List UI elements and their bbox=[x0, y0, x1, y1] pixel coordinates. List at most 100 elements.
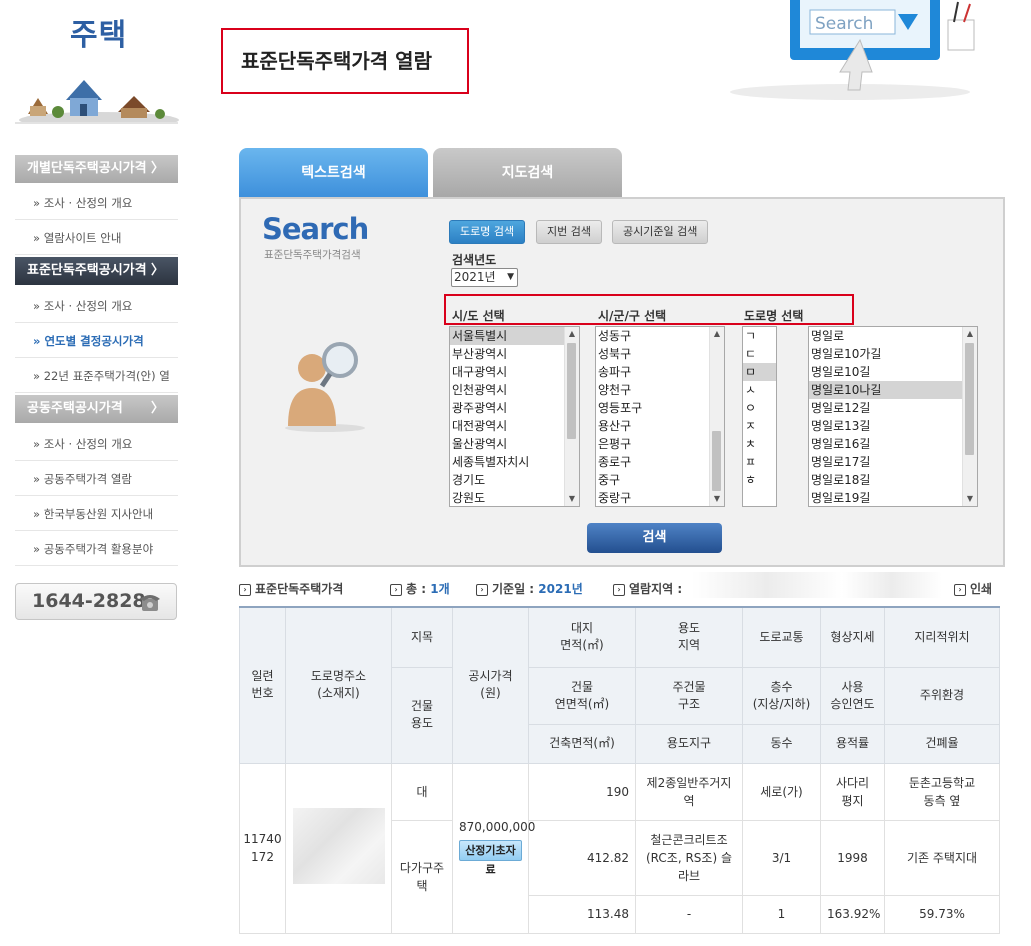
menu-item-yearly-price[interactable]: » 연도별 결정공시가격 bbox=[15, 324, 178, 358]
sido-scrollbar[interactable]: ▲ ▼ bbox=[564, 327, 579, 506]
sido-option[interactable]: 울산광역시 bbox=[450, 435, 579, 453]
initial-consonant-option[interactable]: ㄱ bbox=[743, 327, 776, 345]
sigungu-option[interactable]: 중구 bbox=[596, 471, 724, 489]
initial-consonant-option[interactable]: ㅁ bbox=[743, 363, 776, 381]
sido-option[interactable]: 부산광역시 bbox=[450, 345, 579, 363]
menu-item-view-site[interactable]: » 열람사이트 안내 bbox=[15, 221, 178, 255]
sigungu-option[interactable]: 종로구 bbox=[596, 453, 724, 471]
header-location: 지리적위치 bbox=[884, 606, 1000, 668]
sido-option[interactable]: 광주광역시 bbox=[450, 399, 579, 417]
chevron-right-icon: 〉 bbox=[150, 161, 164, 176]
tab-map-search[interactable]: 지도검색 bbox=[433, 148, 622, 198]
menu-item-survey-overview-2[interactable]: » 조사 · 산정의 개요 bbox=[15, 289, 178, 323]
initial-consonant-option[interactable]: ㅇ bbox=[743, 399, 776, 417]
initial-consonant-option[interactable]: ㅎ bbox=[743, 471, 776, 489]
menu-individual-price[interactable]: 개별단독주택공시가격 〉 bbox=[15, 155, 178, 183]
road-option[interactable]: 명일로16길 bbox=[809, 435, 977, 453]
box-arrow-icon: › bbox=[390, 584, 402, 596]
sido-option[interactable]: 세종특별자치시 bbox=[450, 453, 579, 471]
search-submit-button[interactable]: 검색 bbox=[587, 523, 722, 553]
road-scrollbar[interactable]: ▲ ▼ bbox=[962, 327, 977, 506]
cell-surround: 기존 주택지대 bbox=[884, 819, 1000, 896]
base-date-search-button[interactable]: 공시기준일 검색 bbox=[612, 220, 709, 244]
sidebar-divider bbox=[15, 122, 178, 124]
header-surround: 주위환경 bbox=[884, 666, 1000, 725]
sigungu-option[interactable]: 용산구 bbox=[596, 417, 724, 435]
sido-listbox[interactable]: 서울특별시 부산광역시 대구광역시 인천광역시 광주광역시 대전광역시 울산광역시 세종특별자… bbox=[449, 326, 580, 507]
menu-item-apartment-view[interactable]: » 공동주택가격 열람 bbox=[15, 462, 178, 496]
cell-location: 둔촌고등학교 동측 옆 bbox=[884, 762, 1000, 821]
year-label: 검색년도 bbox=[452, 253, 497, 267]
sigungu-option[interactable]: 송파구 bbox=[596, 363, 724, 381]
initial-consonant-listbox[interactable]: ㄱㄷㅁㅅㅇㅈㅊㅍㅎ bbox=[742, 326, 777, 507]
initial-consonant-option[interactable]: ㄷ bbox=[743, 345, 776, 363]
phone-number: 1644-2828 bbox=[32, 590, 146, 612]
cell-bldg-use: 다가구주 택 bbox=[391, 819, 453, 934]
sigungu-scrollbar[interactable]: ▲ ▼ bbox=[709, 327, 724, 506]
sido-option[interactable]: 강원도 bbox=[450, 489, 579, 506]
road-option[interactable]: 명일로13길 bbox=[809, 417, 977, 435]
menu-item-survey-overview-3[interactable]: » 조사 · 산정의 개요 bbox=[15, 427, 178, 461]
table-row: 11740 172 대 870,000,000 산정기초자료 190 제2종일반… bbox=[239, 762, 1000, 934]
sigungu-option[interactable]: 양천구 bbox=[596, 381, 724, 399]
phone-number-box: 1644-2828 bbox=[15, 583, 177, 620]
box-arrow-icon: › bbox=[476, 584, 488, 596]
result-table: 일련 번호 도로명주소 (소재지) 지목 공시가격 (원) 대지 면적(㎡) 용… bbox=[239, 606, 1000, 934]
sigungu-option[interactable]: 성북구 bbox=[596, 345, 724, 363]
box-arrow-icon: › bbox=[954, 584, 966, 596]
print-button[interactable]: › 인쇄 bbox=[954, 580, 992, 597]
initial-consonant-option[interactable]: ㅊ bbox=[743, 435, 776, 453]
road-option[interactable]: 명일로10가길 bbox=[809, 345, 977, 363]
header-approval: 사용 승인연도 bbox=[820, 666, 885, 725]
road-option[interactable]: 명일로10나길 bbox=[809, 381, 977, 399]
sido-option[interactable]: 경기도 bbox=[450, 471, 579, 489]
calc-basis-button[interactable]: 산정기초자료 bbox=[459, 840, 522, 876]
header-floors: 층수 (지상/지하) bbox=[742, 666, 821, 725]
cell-jimok: 대 bbox=[391, 762, 453, 821]
header-dong: 동수 bbox=[742, 723, 821, 764]
tab-text-search[interactable]: 텍스트검색 bbox=[239, 148, 428, 198]
cell-address bbox=[285, 762, 392, 934]
year-select[interactable]: 2021년 ▼ bbox=[451, 268, 518, 287]
sigungu-label: 시/군/구 선택 bbox=[598, 309, 667, 323]
sigungu-option[interactable]: 중랑구 bbox=[596, 489, 724, 506]
sido-option[interactable]: 대전광역시 bbox=[450, 417, 579, 435]
header-far: 용적률 bbox=[820, 723, 885, 764]
road-listbox[interactable]: 명일로 명일로10가길 명일로10길 명일로10나길 명일로12길 명일로13길 명일로16… bbox=[808, 326, 978, 507]
sigungu-listbox[interactable]: 성동구 성북구 송파구 양천구 영등포구 용산구 은평구 종로구 중구 중랑구 ▲ ▼ bbox=[595, 326, 725, 507]
road-option[interactable]: 명일로19길 bbox=[809, 489, 977, 506]
cell-floors: 3/1 bbox=[742, 819, 821, 896]
road-option[interactable]: 명일로 bbox=[809, 327, 977, 345]
lot-number-search-button[interactable]: 지번 검색 bbox=[536, 220, 602, 244]
menu-item-branch-guide[interactable]: » 한국부동산원 지사안내 bbox=[15, 497, 178, 531]
road-name-search-button[interactable]: 도로명 검색 bbox=[449, 220, 526, 244]
chevron-right-icon: 〉 bbox=[150, 401, 164, 416]
road-option[interactable]: 명일로10길 bbox=[809, 363, 977, 381]
menu-standard-price[interactable]: 표준단독주택공시가격 〉 bbox=[15, 257, 178, 285]
sigungu-option[interactable]: 영등포구 bbox=[596, 399, 724, 417]
initial-consonant-option[interactable]: ㅅ bbox=[743, 381, 776, 399]
cell-shape: 사다리 평지 bbox=[820, 762, 885, 821]
sido-option[interactable]: 대구광역시 bbox=[450, 363, 579, 381]
redacted-region bbox=[692, 572, 942, 598]
road-option[interactable]: 명일로12길 bbox=[809, 399, 977, 417]
sido-option[interactable]: 인천광역시 bbox=[450, 381, 579, 399]
menu-item-survey-overview-1[interactable]: » 조사 · 산정의 개요 bbox=[15, 186, 178, 220]
header-bldg-use: 건물 용도 bbox=[391, 666, 453, 764]
search-logo-subtitle: 표준단독주택가격검색 bbox=[264, 249, 361, 261]
road-option[interactable]: 명일로17길 bbox=[809, 453, 977, 471]
road-option[interactable]: 명일로18길 bbox=[809, 471, 977, 489]
menu-item-apartment-usage[interactable]: » 공동주택가격 활용분야 bbox=[15, 532, 178, 566]
header-address: 도로명주소 (소재지) bbox=[285, 606, 392, 764]
header-zone: 용도 지역 bbox=[635, 606, 743, 668]
header-bcr: 건폐율 bbox=[884, 723, 1000, 764]
sido-option[interactable]: 서울특별시 bbox=[450, 327, 579, 345]
sigungu-option[interactable]: 은평구 bbox=[596, 435, 724, 453]
initial-consonant-option[interactable]: ㅍ bbox=[743, 453, 776, 471]
sigungu-option[interactable]: 성동구 bbox=[596, 327, 724, 345]
menu-item-22-draft[interactable]: » 22년 표준주택가격(안) 열람 bbox=[15, 359, 178, 417]
cell-serial: 11740 172 bbox=[239, 762, 286, 934]
search-hero-illustration: Search bbox=[730, 0, 975, 100]
initial-consonant-option[interactable]: ㅈ bbox=[743, 417, 776, 435]
menu-apartment-price[interactable]: 공동주택공시가격 〉 bbox=[15, 395, 178, 423]
